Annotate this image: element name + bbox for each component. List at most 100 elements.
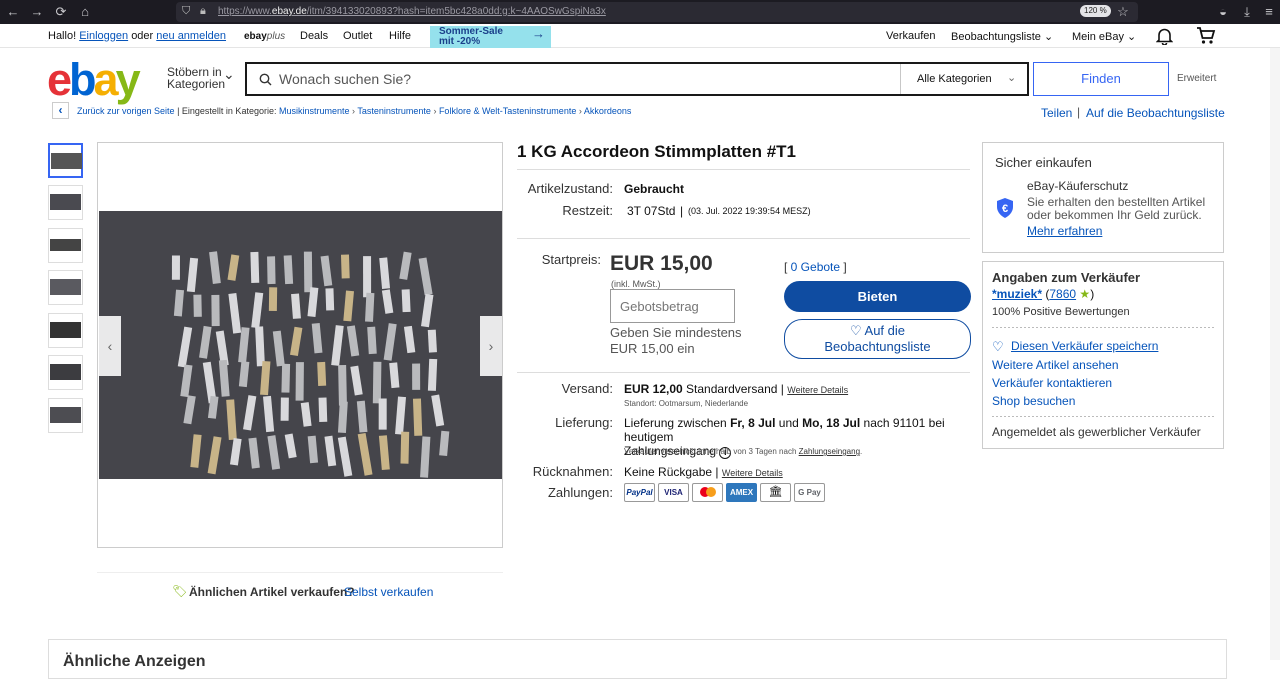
breadcrumb-akkordeons[interactable]: Akkordeons [584, 106, 632, 116]
remaining-time: 3T 07Std [627, 204, 676, 218]
min-bid-line2: EUR 15,00 ein [610, 341, 695, 356]
add-to-watchlist-link[interactable]: Auf die Beobachtungsliste [1086, 106, 1225, 120]
watchlist-menu[interactable]: Beobachtungsliste ⌄ [951, 30, 1053, 43]
heart-icon[interactable]: ♡ [992, 339, 1004, 355]
thumbnail-4[interactable] [48, 270, 83, 305]
watch-line2: Beobachtungsliste [824, 339, 931, 354]
thumbnail-3[interactable] [48, 228, 83, 263]
shipping-details-link[interactable]: Weitere Details [787, 385, 848, 395]
my-ebay-label: Mein eBay [1072, 31, 1124, 43]
save-seller-link[interactable]: Diesen Verkäufer speichern [1011, 339, 1158, 353]
url-text[interactable]: https://www.ebay.de/itm/394133020893?has… [218, 6, 606, 17]
watch-line1: Auf die [864, 323, 906, 338]
next-image-button[interactable]: › [480, 316, 502, 376]
pocket-icon[interactable]: ◒ [1214, 3, 1232, 21]
learn-more-link[interactable]: Mehr erfahren [1027, 224, 1102, 238]
seller-score-link[interactable]: 7860 [1049, 287, 1076, 301]
thumbnail-2[interactable] [48, 185, 83, 220]
search-input[interactable]: Wonach suchen Sie? [279, 71, 411, 87]
bell-icon[interactable] [1156, 27, 1173, 45]
condition-label: Artikelzustand: [527, 181, 613, 196]
category-select[interactable]: Alle Kategorien ⌄ [900, 64, 1027, 94]
ebay-plus-logo[interactable]: ebayplus [244, 31, 285, 42]
or-text: oder [131, 30, 154, 42]
shipping-label: Versand: [561, 381, 613, 396]
browse-categories[interactable]: Stöbern in Kategorien ⌄ [167, 66, 235, 91]
returns-value: Keine Rückgabe [624, 465, 713, 479]
bid-amount-input[interactable]: Gebotsbetrag [610, 289, 735, 323]
product-photo[interactable] [99, 211, 502, 479]
breadcrumb-folklore[interactable]: Folklore & Welt-Tasteninstrumente [439, 106, 576, 116]
payments-label: Zahlungen: [547, 485, 613, 500]
lock-icon[interactable]: 🔒︎ [200, 5, 206, 18]
visit-shop-link[interactable]: Shop besuchen [992, 394, 1075, 408]
outlet-link[interactable]: Outlet [343, 30, 372, 42]
min-bid-line1: Geben Sie mindestens [610, 325, 742, 340]
register-link[interactable]: neu anmelden [156, 30, 226, 42]
visa-icon: VISA [658, 483, 689, 502]
separator: | [1077, 105, 1081, 119]
bid-count-link[interactable]: 0 Gebote [791, 260, 840, 274]
thumbnail-7[interactable] [48, 398, 83, 433]
listed-in-label: Eingestellt in Kategorie: [181, 106, 277, 116]
forward-icon[interactable]: → [28, 3, 46, 21]
home-icon[interactable]: ⌂ [76, 3, 94, 21]
more-items-link[interactable]: Weitere Artikel ansehen [992, 358, 1119, 372]
chevron-down-icon: ⌄ [1127, 31, 1137, 43]
dispatch-note: Verkäufer verschickt innerhalb von 3 Tag… [624, 447, 863, 456]
heart-icon: ♡ [849, 323, 862, 338]
scrollbar[interactable] [1270, 48, 1280, 660]
main-image-viewer[interactable]: ‹ › [97, 142, 503, 548]
summer-sale-banner[interactable]: Sommer-Sale mit -20% → [430, 26, 551, 48]
browse-line2: Kategorien [167, 77, 226, 91]
seller-name-link[interactable]: *muziek* [992, 287, 1042, 301]
breadcrumb-tasteninstrumente[interactable]: Tasteninstrumente [357, 106, 431, 116]
delivery-from: Fr, 8 Jul [730, 416, 776, 430]
bookmark-star-icon[interactable]: ☆ [1114, 3, 1132, 21]
sell-yourself-link[interactable]: Selbst verkaufen [344, 585, 433, 599]
dispatch-text: Verkäufer verschickt innerhalb von 3 Tag… [624, 447, 797, 456]
back-icon[interactable]: ← [4, 3, 22, 21]
reload-icon[interactable]: ⟳ [52, 3, 70, 21]
dispatch-link[interactable]: Zahlungseingang [799, 447, 860, 456]
shield-icon[interactable]: ⛉ [182, 5, 190, 18]
bid-button[interactable]: Bieten [784, 281, 971, 312]
find-button[interactable]: Finden [1033, 62, 1169, 96]
login-link[interactable]: Einloggen [79, 30, 128, 42]
help-link[interactable]: Hilfe [389, 30, 411, 42]
contact-seller-link[interactable]: Verkäufer kontaktieren [992, 376, 1112, 390]
thumbnail-5[interactable] [48, 313, 83, 348]
paypal-icon: PayPal [624, 483, 655, 502]
seller-type: Angemeldet als gewerblicher Verkäufer [992, 425, 1201, 439]
buyer-protection-line1: Sie erhalten den bestellten Artikel [1027, 195, 1206, 209]
back-arrow-icon[interactable]: ‹ [52, 102, 69, 119]
returns-details-link[interactable]: Weitere Details [722, 468, 783, 478]
amex-icon: AMEX [726, 483, 757, 502]
thumbnail-1[interactable] [48, 143, 83, 178]
add-watchlist-button[interactable]: ♡ Auf die Beobachtungsliste [784, 319, 971, 359]
deals-link[interactable]: Deals [300, 30, 328, 42]
back-link[interactable]: Zurück zur vorigen Seite [77, 106, 175, 116]
ebay-logo[interactable]: ebay [47, 57, 141, 102]
cart-icon[interactable] [1196, 26, 1216, 45]
sell-similar-question: Ähnlichen Artikel verkaufen? [189, 585, 355, 599]
shield-euro-icon: € [997, 198, 1013, 218]
address-bar[interactable]: ⛉ 🔒︎ https://www.ebay.de/itm/39413302089… [176, 2, 1138, 22]
zoom-level[interactable]: 120 % [1080, 5, 1111, 17]
delivery-pre: Lieferung zwischen [624, 416, 727, 430]
separator: | [680, 204, 684, 218]
end-date: (03. Jul. 2022 19:39:54 MESZ) [688, 206, 811, 216]
menu-icon[interactable]: ≡ [1260, 3, 1278, 21]
my-ebay-menu[interactable]: Mein eBay ⌄ [1072, 30, 1136, 43]
download-icon[interactable]: ⤓ [1238, 3, 1256, 21]
previous-image-button[interactable]: ‹ [99, 316, 121, 376]
delivery-and: und [778, 416, 799, 430]
share-link[interactable]: Teilen [1041, 106, 1072, 120]
sell-link[interactable]: Verkaufen [886, 30, 936, 42]
greeting-text: Hallo! [48, 30, 77, 42]
advanced-search-link[interactable]: Erweitert [1177, 73, 1216, 84]
shipping-type: Standardversand [686, 382, 778, 396]
thumbnail-6[interactable] [48, 355, 83, 390]
item-location: Standort: Ootmarsum, Niederlande [624, 399, 749, 408]
breadcrumb-musikinstrumente[interactable]: Musikinstrumente [279, 106, 350, 116]
